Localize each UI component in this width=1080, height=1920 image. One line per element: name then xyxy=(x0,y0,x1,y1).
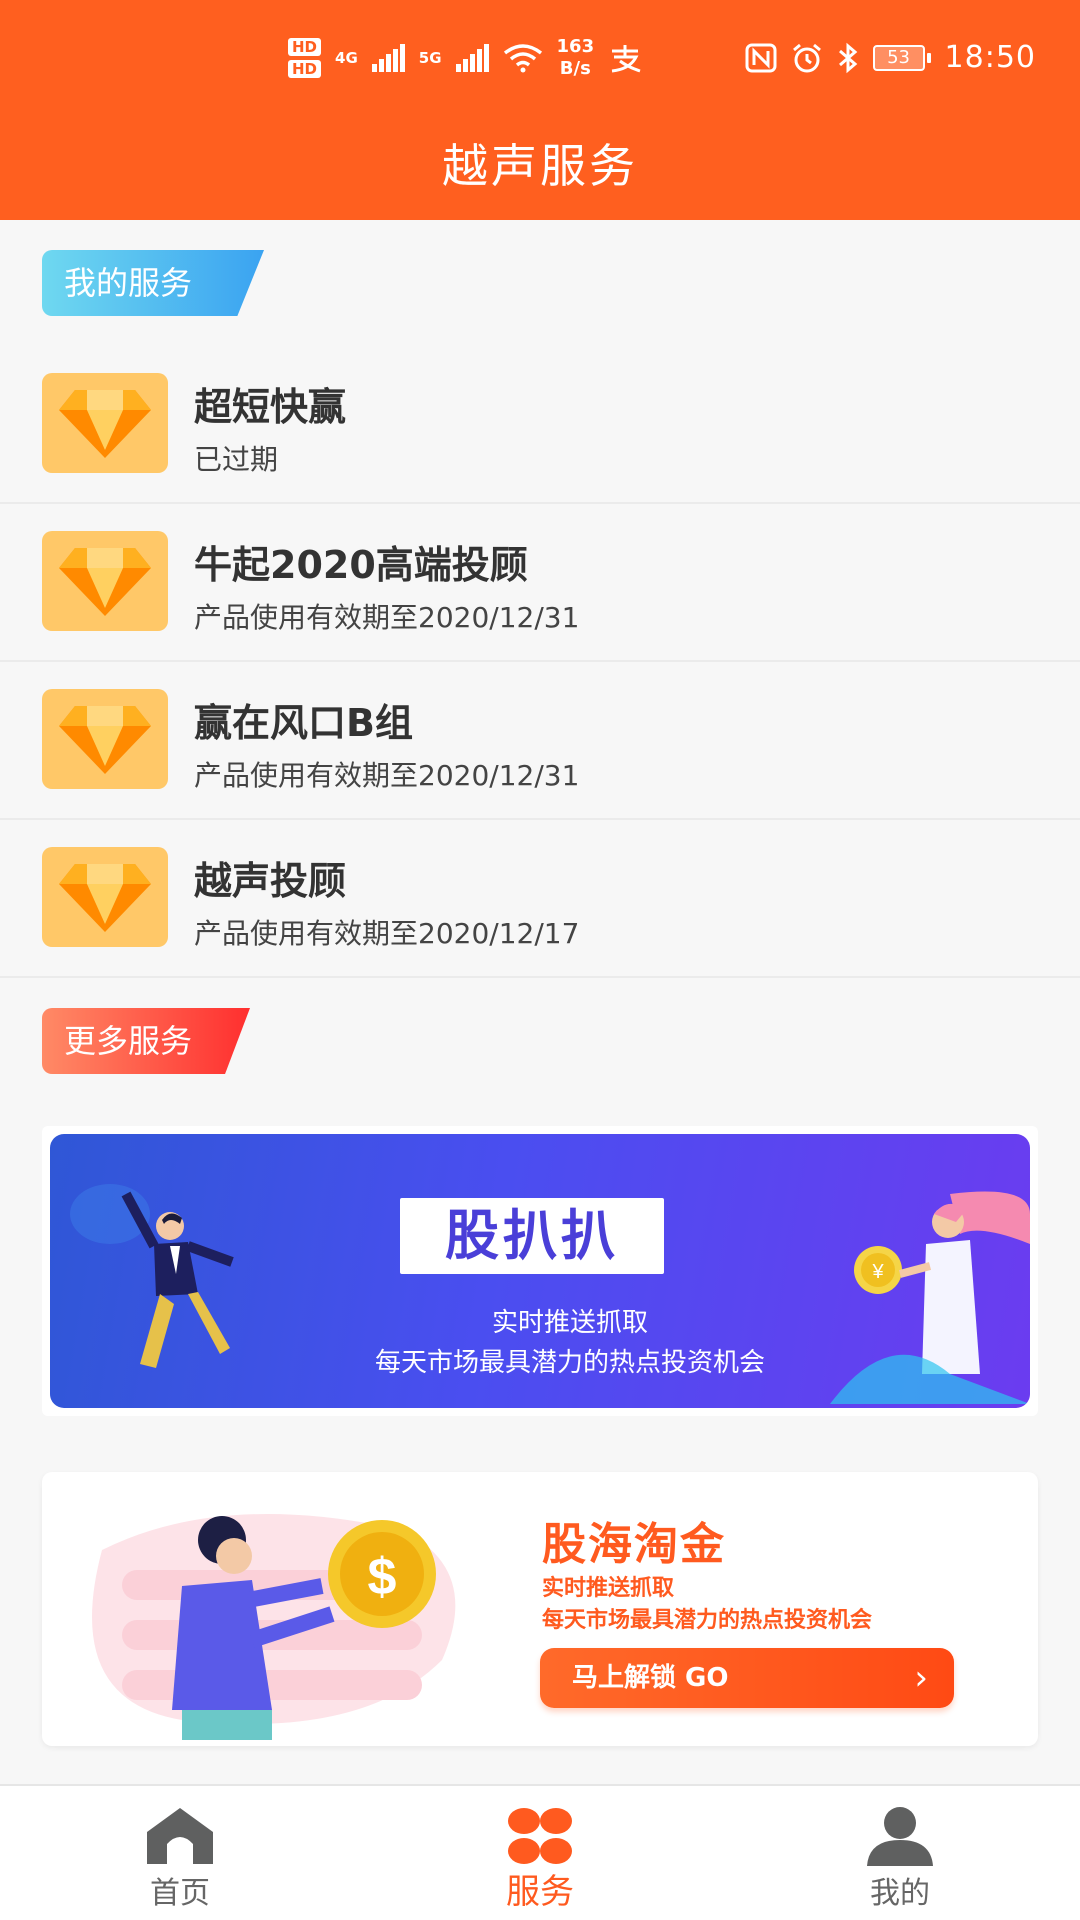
hd-indicators: HD HD xyxy=(288,38,322,78)
guhai-line1: 实时推送抓取 xyxy=(542,1576,675,1601)
network-4g-label: 4G xyxy=(335,49,358,67)
service-item[interactable]: 赢在风口B组 产品使用有效期至2020/12/31 xyxy=(0,662,1080,820)
service-item[interactable]: 越声投顾 产品使用有效期至2020/12/17 xyxy=(0,820,1080,978)
alarm-icon xyxy=(792,43,821,72)
clock: 18:50 xyxy=(944,40,1036,75)
status-bar: HD HD 4G 5G 163 B/s 53 18:50 xyxy=(0,0,1080,120)
battery-icon: 53 xyxy=(872,44,931,71)
signal-icon xyxy=(455,44,489,72)
unlock-go-label: 马上解锁 GO xyxy=(572,1663,729,1693)
nav-service-label: 服务 xyxy=(506,1872,574,1912)
hd-badge: HD xyxy=(288,38,322,56)
service-grid-icon xyxy=(508,1808,572,1864)
service-list: 超短快赢 已过期 牛起2020高端投顾 产品使用有效期至2020/12/31 赢… xyxy=(0,346,1080,978)
service-title: 牛起2020高端投顾 xyxy=(194,543,528,587)
signal-icon xyxy=(371,44,405,72)
diamond-icon xyxy=(42,373,168,473)
service-status: 已过期 xyxy=(194,443,279,476)
nav-mine-label: 我的 xyxy=(870,1876,930,1911)
network-speed: 163 B/s xyxy=(557,36,595,80)
nav-mine[interactable]: 我的 xyxy=(800,1786,1000,1920)
service-title: 赢在风口B组 xyxy=(194,701,413,745)
page-title: 越声服务 xyxy=(442,139,638,193)
guhai-taojin-banner[interactable]: $ 股海淘金 实时推送抓取 每天市场最具潜力的热点投资机会 马上解锁 GO › xyxy=(42,1472,1038,1746)
speed-unit: B/s xyxy=(559,58,591,79)
alipay-icon xyxy=(611,45,641,73)
nfc-icon xyxy=(745,43,777,72)
service-status: 产品使用有效期至2020/12/31 xyxy=(194,759,580,792)
network-5g-label: 5G xyxy=(418,49,442,67)
nav-home[interactable]: 首页 xyxy=(80,1786,280,1920)
speed-value: 163 xyxy=(556,36,595,57)
diamond-icon xyxy=(42,531,168,631)
hd-badge: HD xyxy=(288,60,322,78)
home-icon xyxy=(147,1808,213,1864)
wifi-icon xyxy=(503,44,542,73)
battery-level: 53 xyxy=(872,44,925,71)
guhai-line2: 每天市场最具潜力的热点投资机会 xyxy=(542,1608,873,1633)
service-status: 产品使用有效期至2020/12/17 xyxy=(194,917,580,950)
dollar-icon: $ xyxy=(368,1548,397,1606)
gupapa-banner-image: 股扒扒 实时推送抓取 每天市场最具潜力的热点投资机会 ¥ xyxy=(50,1134,1030,1408)
chevron-right-icon: › xyxy=(914,1658,928,1698)
woman-with-coin-illustration: ¥ xyxy=(830,1191,1030,1404)
unlock-go-button[interactable]: 马上解锁 GO › xyxy=(540,1648,954,1708)
bottom-nav: 首页 服务 我的 xyxy=(0,1784,1080,1920)
my-services-tag: 我的服务 xyxy=(42,250,264,316)
service-status: 产品使用有效期至2020/12/31 xyxy=(194,601,580,634)
service-item[interactable]: 超短快赢 已过期 xyxy=(0,346,1080,504)
nav-service[interactable]: 服务 xyxy=(440,1786,640,1920)
status-left: HD HD 4G 5G 163 B/s xyxy=(288,36,642,80)
gupapa-banner[interactable]: 股扒扒 实时推送抓取 每天市场最具潜力的热点投资机会 ¥ xyxy=(42,1126,1038,1416)
app-header: HD HD 4G 5G 163 B/s 53 18:50 越声服务 xyxy=(0,0,1080,220)
user-icon xyxy=(867,1807,933,1866)
gupapa-title: 股扒扒 xyxy=(400,1198,664,1274)
woman-with-dollar-coin-illustration: $ xyxy=(92,1514,456,1740)
diamond-icon xyxy=(42,847,168,947)
bluetooth-icon xyxy=(838,42,857,73)
more-services-tag: 更多服务 xyxy=(42,1008,250,1074)
service-title: 超短快赢 xyxy=(194,385,347,429)
nav-home-label: 首页 xyxy=(150,1876,210,1911)
diamond-icon xyxy=(42,689,168,789)
service-item[interactable]: 牛起2020高端投顾 产品使用有效期至2020/12/31 xyxy=(0,504,1080,662)
guhai-title: 股海淘金 xyxy=(542,1519,726,1570)
service-title: 越声投顾 xyxy=(194,859,347,903)
svg-text:¥: ¥ xyxy=(871,1261,884,1283)
status-right: 53 18:50 xyxy=(745,40,1036,75)
